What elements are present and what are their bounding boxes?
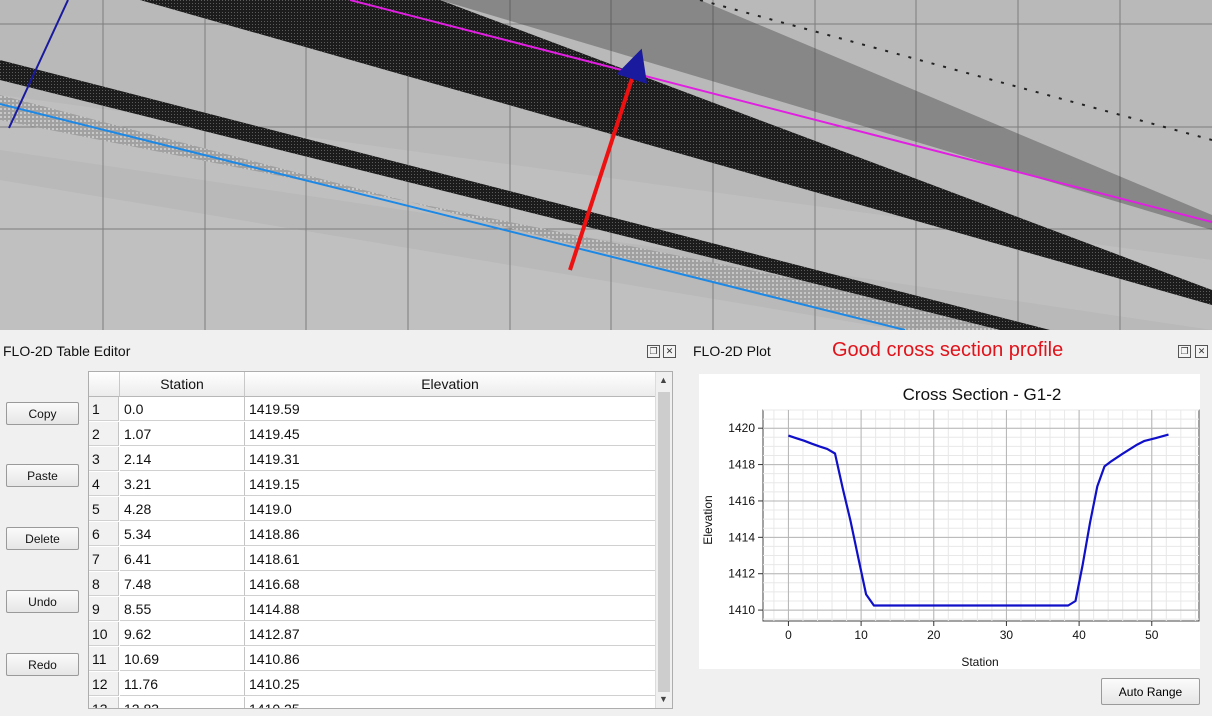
table-row[interactable]: 7 6.41 1418.61 <box>89 547 655 572</box>
map-svg <box>0 0 1212 330</box>
elevation-cell[interactable]: 1419.45 <box>245 422 655 446</box>
station-cell[interactable]: 10.69 <box>120 647 245 671</box>
table-row[interactable]: 13 12.83 1410.25 <box>89 697 655 708</box>
table-row[interactable]: 3 2.14 1419.31 <box>89 447 655 472</box>
station-cell[interactable]: 7.48 <box>120 572 245 596</box>
station-cell[interactable]: 2.14 <box>120 447 245 471</box>
y-tick-label: 1418 <box>728 458 755 472</box>
map-canvas[interactable] <box>0 0 1212 330</box>
station-cell[interactable]: 3.21 <box>120 472 245 496</box>
row-number[interactable]: 3 <box>89 447 119 471</box>
row-number[interactable]: 4 <box>89 472 119 496</box>
row-number[interactable]: 10 <box>89 622 119 646</box>
row-number[interactable]: 8 <box>89 572 119 596</box>
table-scrollbar[interactable]: ▲ ▼ <box>655 372 672 708</box>
station-cell[interactable]: 8.55 <box>120 597 245 621</box>
column-header-station[interactable]: Station <box>120 372 245 397</box>
scroll-up-icon[interactable]: ▲ <box>659 375 668 385</box>
scrollbar-thumb[interactable] <box>658 392 670 692</box>
table-editor-title: FLO-2D Table Editor <box>3 343 131 359</box>
y-tick-label: 1414 <box>728 530 755 544</box>
elevation-cell[interactable]: 1418.86 <box>245 522 655 546</box>
x-tick-label: 0 <box>785 628 792 642</box>
station-cell[interactable]: 1.07 <box>120 422 245 446</box>
station-cell[interactable]: 4.28 <box>120 497 245 521</box>
table-row[interactable]: 2 1.07 1419.45 <box>89 422 655 447</box>
plot-float-button[interactable]: ❐ <box>1178 345 1191 358</box>
x-tick-label: 20 <box>927 628 941 642</box>
copy-button[interactable]: Copy <box>6 402 79 425</box>
y-tick-label: 1416 <box>728 494 755 508</box>
y-tick-label: 1410 <box>728 603 755 617</box>
row-header-corner[interactable] <box>89 372 120 397</box>
station-cell[interactable]: 5.34 <box>120 522 245 546</box>
plot-close-button[interactable]: ✕ <box>1195 345 1208 358</box>
row-number[interactable]: 5 <box>89 497 119 521</box>
y-axis-label: Elevation <box>701 495 715 544</box>
elevation-cell[interactable]: 1412.87 <box>245 622 655 646</box>
plot-panel-title: FLO-2D Plot <box>693 343 771 359</box>
x-tick-label: 40 <box>1072 628 1086 642</box>
elevation-cell[interactable]: 1418.61 <box>245 547 655 571</box>
table-editor-close-button[interactable]: ✕ <box>663 345 676 358</box>
table-row[interactable]: 5 4.28 1419.0 <box>89 497 655 522</box>
auto-range-button[interactable]: Auto Range <box>1101 678 1200 705</box>
table-row[interactable]: 11 10.69 1410.86 <box>89 647 655 672</box>
elevation-cell[interactable]: 1410.25 <box>245 697 655 708</box>
x-tick-label: 50 <box>1145 628 1159 642</box>
row-number[interactable]: 6 <box>89 522 119 546</box>
elevation-cell[interactable]: 1419.15 <box>245 472 655 496</box>
table-row[interactable]: 1 0.0 1419.59 <box>89 397 655 422</box>
row-number[interactable]: 2 <box>89 422 119 446</box>
cross-section-table[interactable]: Station Elevation 1 0.0 1419.59 2 1.07 1419.4… <box>88 371 673 709</box>
x-axis-label: Station <box>961 655 998 669</box>
elevation-cell[interactable]: 1414.88 <box>245 597 655 621</box>
y-tick-label: 1420 <box>728 421 755 435</box>
elevation-cell[interactable]: 1419.0 <box>245 497 655 521</box>
plot-title: Cross Section - G1-2 <box>903 385 1062 404</box>
station-cell[interactable]: 9.62 <box>120 622 245 646</box>
redo-button[interactable]: Redo <box>6 653 79 676</box>
x-tick-label: 10 <box>854 628 868 642</box>
row-number[interactable]: 9 <box>89 597 119 621</box>
row-number[interactable]: 1 <box>89 397 119 421</box>
cross-section-plot[interactable]: Cross Section - G1-2 Station Elevation 0… <box>699 374 1200 669</box>
paste-button[interactable]: Paste <box>6 464 79 487</box>
delete-button[interactable]: Delete <box>6 527 79 550</box>
scroll-down-icon[interactable]: ▼ <box>659 694 668 704</box>
table-row[interactable]: 12 11.76 1410.25 <box>89 672 655 697</box>
elevation-cell[interactable]: 1419.59 <box>245 397 655 421</box>
elevation-cell[interactable]: 1419.31 <box>245 447 655 471</box>
plot-svg: Cross Section - G1-2 Station Elevation 0… <box>701 385 1200 669</box>
table-row[interactable]: 6 5.34 1418.86 <box>89 522 655 547</box>
station-cell[interactable]: 12.83 <box>120 697 245 708</box>
table-row[interactable]: 8 7.48 1416.68 <box>89 572 655 597</box>
elevation-cell[interactable]: 1416.68 <box>245 572 655 596</box>
station-cell[interactable]: 11.76 <box>120 672 245 696</box>
row-number[interactable]: 7 <box>89 547 119 571</box>
annotation-text: Good cross section profile <box>832 339 1064 361</box>
elevation-cell[interactable]: 1410.25 <box>245 672 655 696</box>
row-number[interactable]: 12 <box>89 672 119 696</box>
row-number[interactable]: 13 <box>89 697 119 708</box>
row-number[interactable]: 11 <box>89 647 119 671</box>
table-row[interactable]: 9 8.55 1414.88 <box>89 597 655 622</box>
station-cell[interactable]: 6.41 <box>120 547 245 571</box>
station-cell[interactable]: 0.0 <box>120 397 245 421</box>
table-editor-float-button[interactable]: ❐ <box>647 345 660 358</box>
table-row[interactable]: 4 3.21 1419.15 <box>89 472 655 497</box>
x-tick-label: 30 <box>1000 628 1014 642</box>
plot-frame <box>762 409 1200 622</box>
column-header-elevation[interactable]: Elevation <box>245 372 656 397</box>
y-tick-label: 1412 <box>728 567 755 581</box>
table-row[interactable]: 10 9.62 1412.87 <box>89 622 655 647</box>
undo-button[interactable]: Undo <box>6 590 79 613</box>
elevation-cell[interactable]: 1410.86 <box>245 647 655 671</box>
